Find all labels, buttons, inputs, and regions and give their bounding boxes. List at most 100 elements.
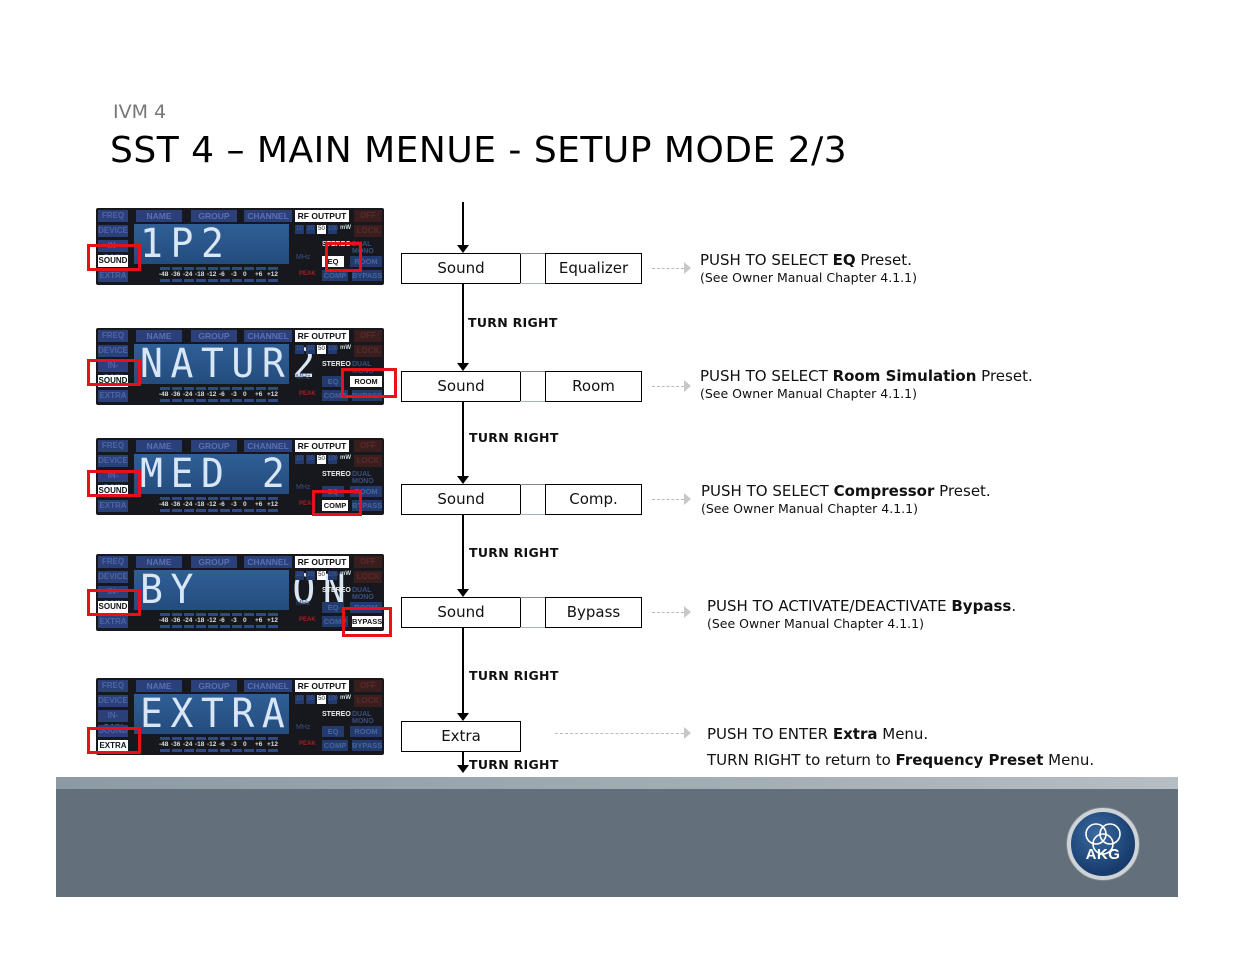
lcd-off-label: OFF xyxy=(354,680,382,692)
highlight-box-side xyxy=(87,244,141,271)
lcd-side-button-freq: FREQ xyxy=(98,680,128,692)
meter-label: -6 xyxy=(219,391,225,398)
lcd-side-button-device: DEVICE xyxy=(98,695,128,707)
highlight-box-fx xyxy=(312,490,362,516)
meter-bar xyxy=(208,625,218,628)
meter-bar xyxy=(172,509,182,512)
meter-bar xyxy=(196,613,206,616)
meter-bar xyxy=(184,279,194,282)
lcd-side-button-freq: FREQ xyxy=(98,330,128,342)
menu-box-extra[interactable]: Extra xyxy=(401,721,521,752)
meter-bar xyxy=(160,279,170,282)
submenu-box-room[interactable]: Room xyxy=(545,371,642,402)
desc-bold: Bypass xyxy=(951,597,1012,615)
meter-bar xyxy=(232,399,242,402)
flow-connector xyxy=(462,752,464,766)
lcd-lock-label: LOCK xyxy=(354,455,382,467)
meter-bar xyxy=(220,613,230,616)
lcd-fx-bypass: BYPASS xyxy=(352,740,383,751)
meter-bar xyxy=(268,613,278,616)
desc-prefix: PUSH TO SELECT xyxy=(700,251,833,269)
desc-suffix: Preset. xyxy=(976,367,1033,385)
lcd-side-button-extra: EXTRA xyxy=(98,270,128,282)
meter-bar xyxy=(220,749,230,752)
lcd-power-100: 100 xyxy=(328,571,339,580)
meter-bar xyxy=(244,737,254,740)
highlight-box-side xyxy=(87,359,141,386)
meter-bar xyxy=(232,509,242,512)
flow-connector xyxy=(462,515,464,590)
meter-bar xyxy=(208,387,218,390)
submenu-box-equalizer[interactable]: Equalizer xyxy=(545,253,642,284)
lcd-tab-channel: CHANNEL xyxy=(244,210,292,222)
lcd-dual-mono-label: DUAL MONO xyxy=(352,471,374,485)
meter-bar xyxy=(256,737,266,740)
meter-bar xyxy=(220,509,230,512)
meter-bar xyxy=(220,625,230,628)
arrow-right-icon xyxy=(684,606,691,618)
meter-bar xyxy=(208,509,218,512)
lcd-fx-eq: EQ xyxy=(322,726,344,737)
lcd-off-label: OFF xyxy=(354,210,382,222)
lcd-power-10: 10 xyxy=(295,455,304,464)
lcd-power-20: 20 xyxy=(306,455,315,464)
menu-box-sound[interactable]: Sound xyxy=(401,371,521,402)
meter-label: +6 xyxy=(255,271,263,278)
menu-box-sound[interactable]: Sound xyxy=(401,597,521,628)
meter-bar xyxy=(160,497,170,500)
desc-suffix: . xyxy=(1011,597,1017,615)
lcd-level-meter: -48 -36 -24 -18 -12 -6 -3 0 +6 +12 xyxy=(134,267,304,283)
meter-bar xyxy=(244,509,254,512)
step-description: PUSH TO SELECT Compressor Preset. xyxy=(701,482,991,500)
lcd-peak-label: PEAK xyxy=(299,741,316,747)
arrow-down-icon xyxy=(457,765,469,773)
lcd-rf-output-label: RF OUTPUT xyxy=(295,680,349,692)
desc-prefix: TURN RIGHT to return to xyxy=(707,751,896,769)
meter-bar xyxy=(256,749,266,752)
meter-bar xyxy=(184,625,194,628)
lcd-segment-text: EXTRA xyxy=(140,691,293,737)
lcd-power-20: 20 xyxy=(306,571,315,580)
lcd-stereo-label: STEREO xyxy=(322,587,351,594)
step-description: PUSH TO SELECT EQ Preset. xyxy=(700,251,912,269)
submenu-box-comp[interactable]: Comp. xyxy=(545,484,642,515)
meter-bar xyxy=(172,749,182,752)
box-connector xyxy=(520,371,546,402)
meter-bar xyxy=(268,267,278,270)
desc-prefix: PUSH TO ACTIVATE/DEACTIVATE xyxy=(707,597,952,615)
meter-bar xyxy=(244,625,254,628)
meter-bar xyxy=(160,625,170,628)
lcd-mw-label: mW xyxy=(340,571,351,577)
meter-bar xyxy=(220,737,230,740)
lcd-side-button-device: DEVICE xyxy=(98,225,128,237)
submenu-box-bypass[interactable]: Bypass xyxy=(545,597,642,628)
menu-box-sound[interactable]: Sound xyxy=(401,484,521,515)
meter-bar xyxy=(172,737,182,740)
meter-label: -24 xyxy=(183,391,193,398)
menu-box-sound[interactable]: Sound xyxy=(401,253,521,284)
lcd-mhz-label: MHz xyxy=(296,374,311,381)
lcd-mw-label: mW xyxy=(340,345,351,351)
lcd-power-50: 50 xyxy=(317,455,326,464)
meter-bar xyxy=(268,737,278,740)
lcd-side-button-extra: EXTRA xyxy=(98,616,128,628)
turn-right-label: TURN RIGHT xyxy=(469,430,559,445)
meter-label: -3 xyxy=(231,501,237,508)
step-description-secondary: TURN RIGHT to return to Frequency Preset… xyxy=(707,751,1094,769)
meter-bar xyxy=(232,625,242,628)
turn-right-label: TURN RIGHT xyxy=(469,545,559,560)
meter-bar xyxy=(232,267,242,270)
lcd-level-meter: -48 -36 -24 -18 -12 -6 -3 0 +6 +12 xyxy=(134,497,304,513)
meter-bar xyxy=(268,749,278,752)
meter-bar xyxy=(160,737,170,740)
meter-label: -48 xyxy=(159,501,169,508)
meter-bar xyxy=(232,497,242,500)
meter-label: 0 xyxy=(243,501,247,508)
lcd-power-50: 50 xyxy=(317,571,326,580)
logo-rings-icon xyxy=(1085,823,1121,855)
meter-bar xyxy=(220,387,230,390)
meter-bar xyxy=(244,497,254,500)
desc-bold: EQ xyxy=(832,251,856,269)
meter-label: +12 xyxy=(267,501,279,508)
meter-label: -12 xyxy=(207,617,217,624)
